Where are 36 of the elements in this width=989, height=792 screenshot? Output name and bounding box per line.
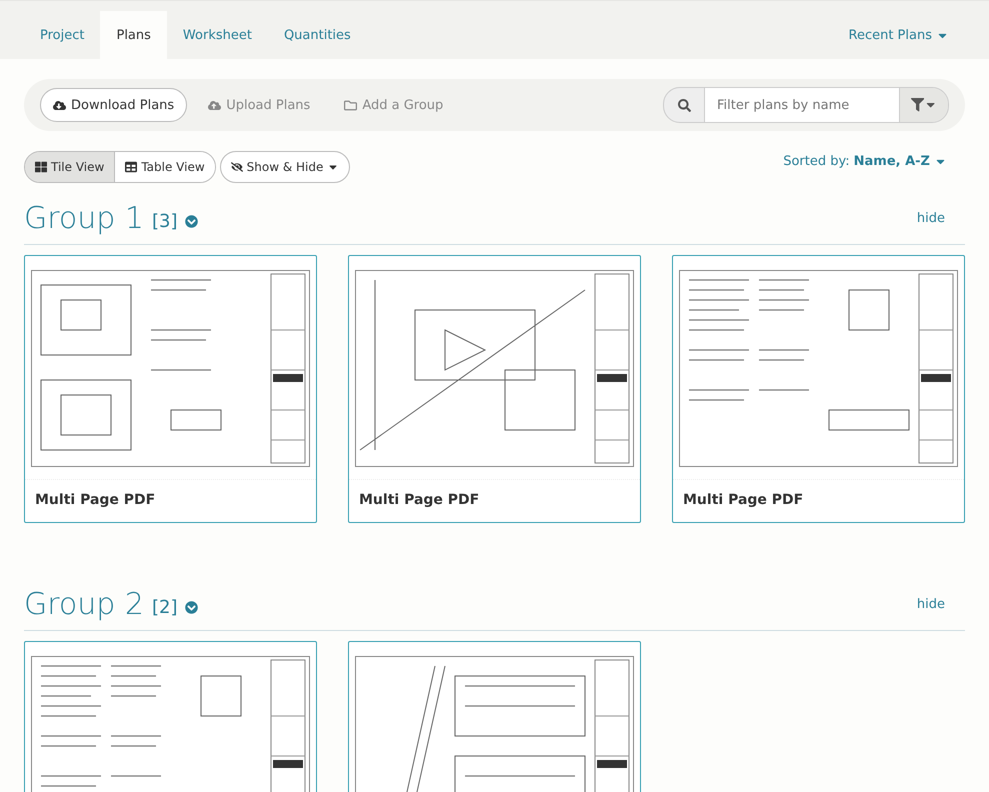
toolbar-button[interactable]: Upload Plans [195,88,324,122]
hide-link[interactable]: hide [916,597,945,612]
toolbar-button[interactable]: Add a Group [331,88,456,122]
group-count: [2] [152,597,178,618]
group-title: Group 2 [24,587,144,622]
cloud-download-icon [53,98,66,112]
nav-tab[interactable]: Worksheet [166,11,268,59]
plan-card[interactable]: Multi Page PDF [672,255,965,523]
plan-card[interactable]: Multi Page PDF [24,255,317,523]
collapse-icon[interactable] [185,215,198,228]
folder-icon [344,98,358,112]
group-title: Group 1 [24,201,144,236]
toolbar-button[interactable]: Download Plans [40,88,188,122]
recent-plans-dropdown[interactable]: Recent Plans [832,11,965,59]
view-toggle[interactable]: Table View [115,152,215,182]
eye-slash-icon [230,161,243,173]
view-toggle[interactable]: Tile View [25,152,116,182]
plan-title: Multi Page PDF [673,479,964,520]
collapse-icon[interactable] [185,601,198,614]
search-icon [678,98,690,112]
search-field[interactable]: Filter plans by name [663,87,949,123]
plan-card[interactable]: Multi Page PDF [348,255,641,523]
group-count: [3] [152,211,178,232]
hide-link[interactable]: hide [916,211,945,226]
plan-title: Multi Page PDF [349,479,640,520]
filter-icon [910,98,924,112]
nav-tab[interactable]: Plans [100,11,167,59]
show-hide-dropdown[interactable]: Show & Hide [220,151,350,183]
nav-tab[interactable]: Project [24,11,100,59]
cloud-upload-icon [208,98,222,112]
plan-title: Multi Page PDF [25,479,316,520]
table-icon [125,161,138,173]
grid-icon [35,161,47,173]
nav-tab[interactable]: Quantities [268,11,367,59]
sort-dropdown[interactable]: Sorted by: Name, A-Z [777,152,953,170]
filter-button[interactable] [900,88,948,122]
